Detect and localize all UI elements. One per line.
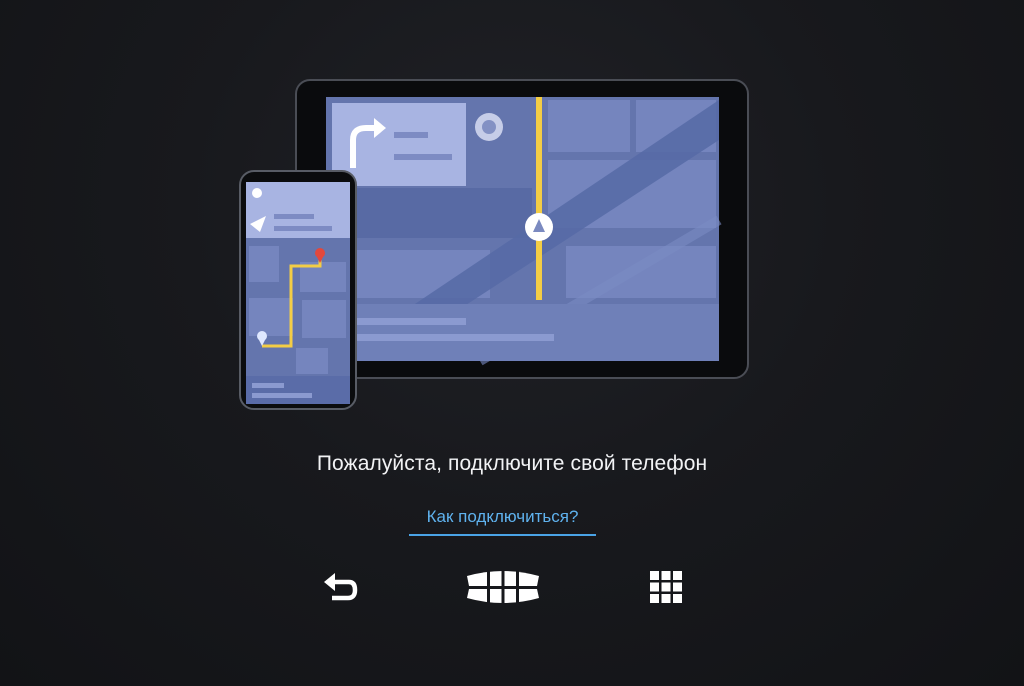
how-to-connect-link[interactable]: Как подключиться? bbox=[409, 504, 596, 536]
brand-logo-icon bbox=[467, 568, 539, 606]
app-grid-button[interactable] bbox=[638, 566, 694, 608]
connect-phone-message: Пожалуйста, подключите свой телефон bbox=[316, 452, 708, 475]
app-grid-icon bbox=[650, 571, 682, 603]
car-display-illustration bbox=[295, 79, 749, 379]
back-button[interactable] bbox=[312, 566, 368, 608]
back-arrow-icon bbox=[324, 573, 358, 601]
connect-phone-illustration bbox=[239, 79, 749, 410]
phone-illustration bbox=[239, 170, 357, 410]
home-button[interactable] bbox=[458, 566, 548, 608]
